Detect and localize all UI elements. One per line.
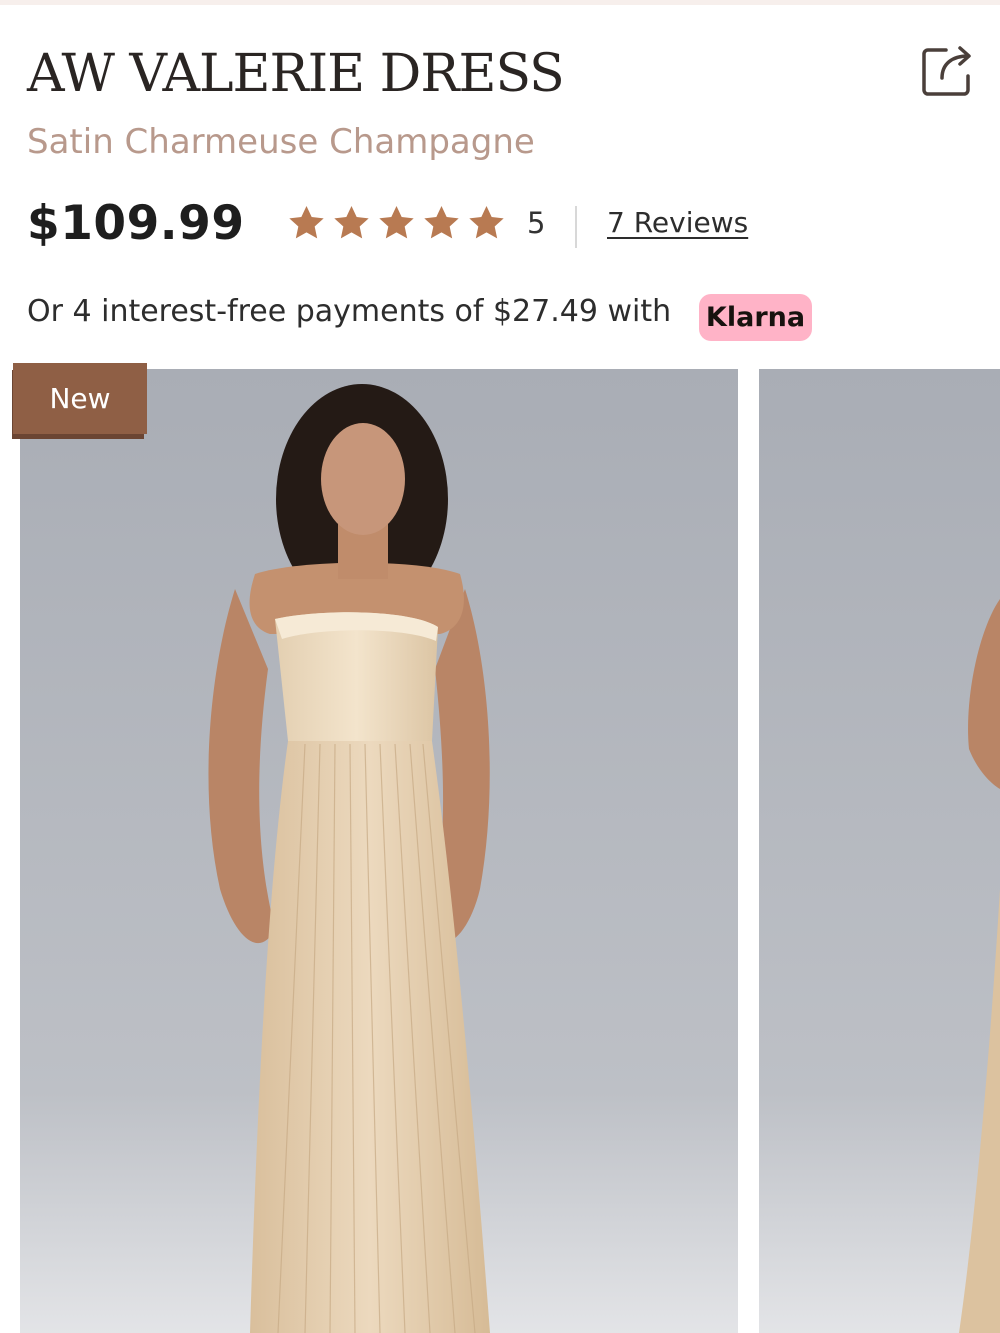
reviews-link[interactable]: 7 Reviews (607, 206, 748, 239)
new-badge: New (13, 363, 147, 434)
product-image-main[interactable] (20, 369, 738, 1333)
model-photo-alt (759, 369, 1000, 1333)
rating-stars (286, 203, 507, 243)
star-icon (379, 206, 414, 239)
star-icon (334, 206, 369, 239)
klarna-badge[interactable]: Klarna (699, 294, 812, 341)
share-icon (922, 46, 971, 96)
installment-text: Or 4 interest-free payments of $27.49 wi… (27, 294, 672, 329)
rating-separator (575, 206, 577, 248)
top-divider (0, 0, 1000, 5)
star-icon (469, 206, 504, 239)
model-photo (20, 369, 738, 1333)
rating-value: 5 (527, 206, 546, 240)
product-image-secondary[interactable] (759, 369, 1000, 1333)
product-price: $109.99 (27, 196, 245, 251)
star-icon (424, 206, 459, 239)
share-button[interactable] (916, 40, 978, 102)
product-subtitle: Satin Charmeuse Champagne (27, 122, 535, 162)
star-icon (289, 206, 324, 239)
product-title: AW VALERIE DRESS (27, 44, 565, 104)
